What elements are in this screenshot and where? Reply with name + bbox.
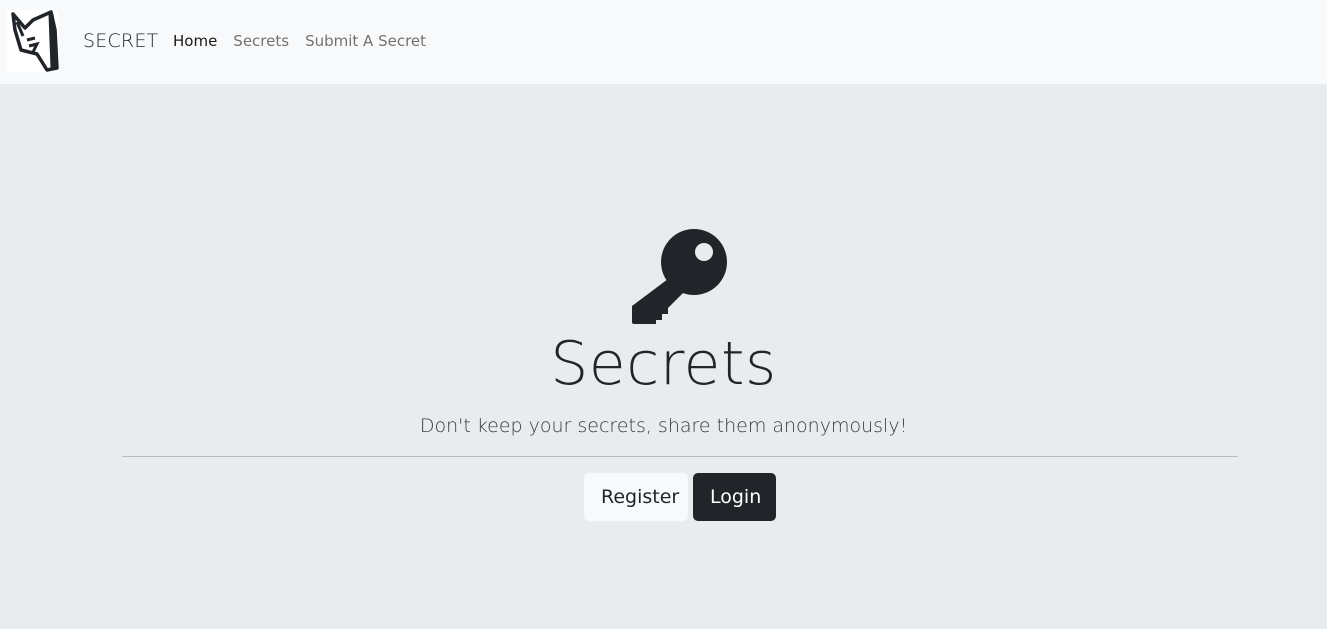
key-icon: [632, 229, 727, 324]
lead-text: Don't keep your secrets, share them anon…: [419, 415, 908, 437]
nav-links: Home Secrets Submit A Secret: [173, 31, 442, 51]
nav-home-link[interactable]: Home: [173, 31, 217, 51]
nav-submit-secret-link[interactable]: Submit A Secret: [305, 31, 426, 51]
brand-logo[interactable]: [7, 10, 59, 72]
nav-secrets-link[interactable]: Secrets: [233, 31, 289, 51]
divider: [122, 456, 1238, 457]
hero-section: Secrets Don't keep your secrets, share t…: [0, 84, 1327, 629]
fox-logo-icon: [11, 10, 59, 72]
page-title: Secrets: [550, 329, 777, 399]
auth-buttons: Register Login: [584, 473, 776, 521]
navbar: SECRET Home Secrets Submit A Secret: [0, 0, 1327, 84]
brand-name[interactable]: SECRET: [83, 30, 158, 52]
login-button[interactable]: Login: [693, 473, 776, 521]
register-button[interactable]: Register: [584, 473, 688, 521]
